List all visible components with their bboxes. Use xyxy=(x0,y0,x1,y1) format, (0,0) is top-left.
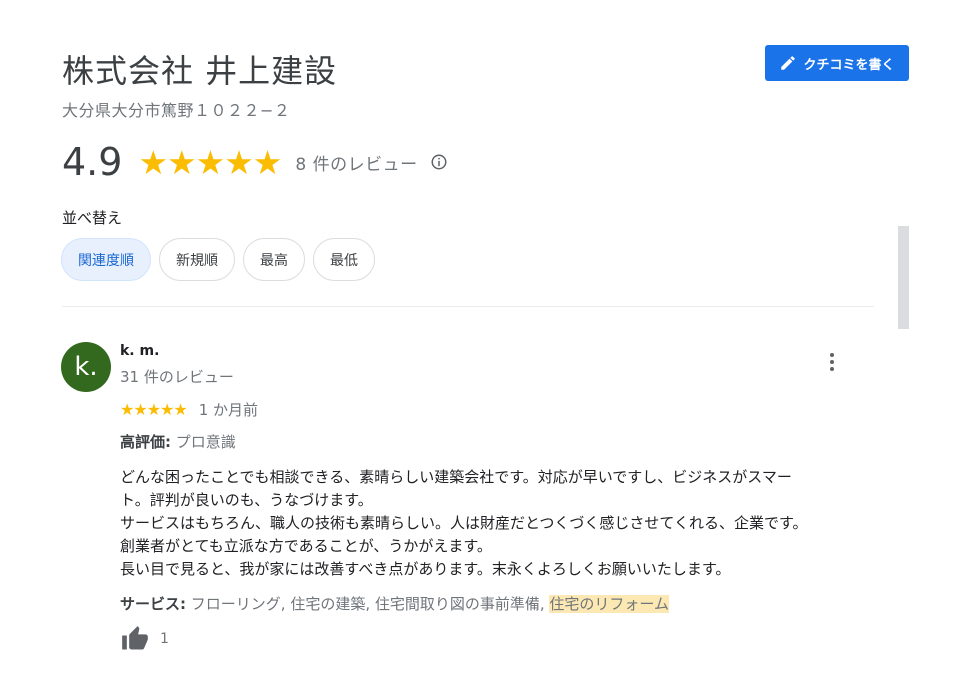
avatar[interactable]: k. xyxy=(61,342,111,392)
review-rating: ★★★★★ 1 か月前 xyxy=(120,399,258,420)
like-button[interactable]: 1 xyxy=(120,625,169,653)
review-stars: ★★★★★ xyxy=(120,400,188,419)
review-services: サービス: フローリング, 住宅の建築, 住宅間取り図の事前準備, 住宅のリフォ… xyxy=(120,593,669,614)
business-address: 大分県大分市篤野１０２２−２ xyxy=(62,101,291,120)
business-name: 株式会社 井上建設 xyxy=(62,52,338,90)
like-count: 1 xyxy=(160,631,169,647)
review-highlight: 高評価: プロ意識 xyxy=(120,431,236,452)
pencil-icon xyxy=(781,56,796,70)
sort-chip-relevance[interactable]: 関連度順 xyxy=(61,238,151,281)
highlight-label: 高評価: xyxy=(120,433,171,451)
sort-chip-highest[interactable]: 最高 xyxy=(243,238,305,281)
sort-chip-newest[interactable]: 新規順 xyxy=(159,238,235,281)
services-label: サービス: xyxy=(120,595,186,613)
scrollbar-thumb[interactable] xyxy=(898,226,909,329)
review-count: 8 件のレビュー xyxy=(295,154,418,175)
thumb-up-icon xyxy=(122,626,148,650)
rating-summary: 4.9 ★★★★★ 8 件のレビュー xyxy=(62,140,448,184)
review-line: サービスはもちろん、職人の技術も素晴らしい。人は財産だとつくづく感じさせてくれる… xyxy=(120,514,808,532)
sort-label: 並べ替え xyxy=(62,209,123,227)
review-line: 創業者がとても立派な方であることが、うかがえます。 xyxy=(120,537,492,555)
reviewer-name[interactable]: k. m. xyxy=(120,343,159,359)
highlight-value: プロ意識 xyxy=(175,433,236,451)
review-line: 長い目で見ると、我が家には改善すべき点があります。末永くよろしくお願いいたします… xyxy=(120,560,731,578)
write-review-button[interactable]: クチコミを書く xyxy=(765,45,909,81)
review-line: ト。評判が良いのも、うなづけます。 xyxy=(120,491,373,509)
review-time: 1 か月前 xyxy=(198,401,259,419)
review-line: どんな困ったことでも相談できる、素晴らしい建築会社です。対応が早いですし、ビジネ… xyxy=(120,468,792,486)
more-vert-icon[interactable] xyxy=(822,350,842,374)
review-text: どんな困ったことでも相談できる、素晴らしい建築会社です。対応が早いですし、ビジネ… xyxy=(120,466,880,581)
info-icon[interactable] xyxy=(430,153,448,171)
rating-stars: ★★★★★ xyxy=(138,142,282,182)
write-review-label: クチコミを書く xyxy=(803,57,895,73)
reviewer-review-count: 31 件のレビュー xyxy=(120,368,234,386)
services-value: フローリング, 住宅の建築, 住宅間取り図の事前準備, xyxy=(190,595,550,613)
sort-chips: 関連度順 新規順 最高 最低 xyxy=(61,238,375,281)
divider xyxy=(62,306,874,307)
services-highlight: 住宅のリフォーム xyxy=(549,595,669,613)
average-rating: 4.9 xyxy=(62,140,123,184)
sort-chip-lowest[interactable]: 最低 xyxy=(313,238,375,281)
